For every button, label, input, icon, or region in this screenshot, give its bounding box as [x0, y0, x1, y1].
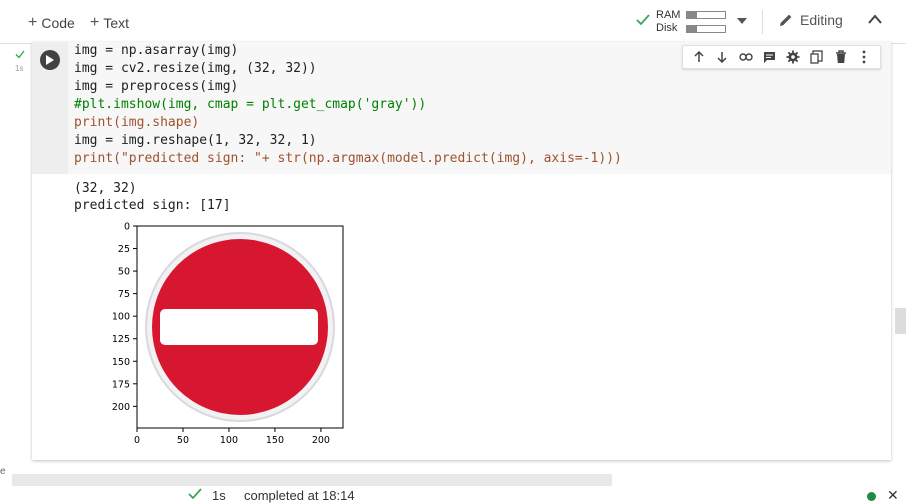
cell-success-check-icon	[15, 50, 25, 59]
delete-icon[interactable]	[832, 48, 850, 66]
y-tick-label: 50	[118, 267, 130, 278]
run-gutter	[32, 42, 68, 174]
cell-output-text: (32, 32) predicted sign: [17]	[74, 180, 231, 214]
code-line: img = np.asarray(img)	[74, 43, 239, 58]
plus-icon: +	[90, 14, 100, 31]
add-text-label: Text	[103, 15, 130, 31]
gutter-glyph: e	[0, 466, 6, 477]
horizontal-scrollbar[interactable]	[12, 474, 612, 486]
exec-duration: 1s	[212, 488, 226, 503]
output-line: predicted sign: [17]	[74, 198, 231, 213]
code-line: print("predicted sign: "+ str(np.argmax(…	[74, 151, 622, 166]
add-code-button[interactable]: + Code	[28, 13, 75, 33]
code-line: #plt.imshow(img, cmap = plt.get_cmap('gr…	[74, 97, 427, 112]
chevron-up-icon[interactable]	[868, 14, 882, 24]
disk-label: Disk	[656, 22, 678, 34]
notebook-toolbar: + Code + Text RAM Disk Editing	[0, 0, 906, 44]
move-up-icon[interactable]	[690, 48, 708, 66]
vertical-scrollbar[interactable]	[895, 308, 906, 334]
add-text-button[interactable]: + Text	[90, 13, 129, 33]
cell-toolbar	[682, 45, 881, 69]
caret-down-icon[interactable]	[737, 18, 747, 24]
y-tick-label: 75	[118, 289, 130, 300]
toolbar-divider	[762, 10, 763, 34]
editing-mode-button[interactable]: Editing	[778, 12, 843, 28]
x-tick-label: 150	[266, 435, 284, 446]
code-editor[interactable]: img = np.asarray(img) img = cv2.resize(im…	[32, 42, 891, 174]
check-icon	[636, 14, 650, 26]
code-cell[interactable]: img = np.asarray(img) img = cv2.resize(im…	[32, 42, 891, 460]
no-entry-sign-image	[138, 226, 342, 428]
code-text: img = np.asarray(img) img = cv2.resize(im…	[74, 42, 622, 168]
y-tick-label: 175	[112, 379, 130, 390]
status-bar: 1s completed at 18:14 ✕	[0, 486, 906, 504]
cell-exec-time: 1s	[15, 64, 24, 73]
y-tick-label: 100	[112, 312, 130, 323]
y-tick-label: 150	[112, 357, 130, 368]
close-icon[interactable]: ✕	[887, 487, 899, 504]
disk-meter	[686, 25, 726, 33]
code-line: print(img.shape)	[74, 115, 200, 130]
plus-icon: +	[28, 14, 38, 31]
comment-icon[interactable]	[761, 48, 779, 66]
run-cell-button[interactable]	[40, 50, 60, 70]
more-vert-icon[interactable]	[855, 48, 873, 66]
ram-label: RAM	[656, 9, 681, 21]
output-line: (32, 32)	[74, 181, 137, 196]
x-tick-label: 100	[220, 435, 238, 446]
code-line: img = preprocess(img)	[74, 79, 239, 94]
add-code-label: Code	[41, 15, 75, 31]
y-tick-label: 0	[124, 222, 130, 233]
ram-meter	[686, 11, 726, 19]
mirror-cell-icon[interactable]	[808, 48, 826, 66]
code-line: img = cv2.resize(img, (32, 32))	[74, 61, 317, 76]
image-plot: 0 50 100 150 200 0 25 50 75 100 125 150 175 200	[112, 222, 344, 446]
gear-icon[interactable]	[784, 48, 802, 66]
x-tick-label: 0	[134, 435, 140, 446]
resource-labels: RAM Disk	[656, 9, 680, 35]
y-tick-label: 25	[118, 244, 130, 255]
code-line: img = img.reshape(1, 32, 32, 1)	[74, 133, 317, 148]
connected-status-dot	[867, 492, 876, 501]
move-down-icon[interactable]	[713, 48, 731, 66]
play-icon	[46, 55, 54, 65]
ram-meter-fill	[687, 12, 697, 18]
y-tick-label: 200	[112, 402, 130, 413]
check-icon	[188, 488, 202, 500]
editing-label: Editing	[800, 12, 843, 28]
x-tick-label: 50	[177, 435, 189, 446]
x-tick-label: 200	[312, 435, 330, 446]
pencil-icon	[780, 14, 792, 26]
disk-meter-fill	[687, 26, 697, 32]
status-message: completed at 18:14	[244, 488, 355, 503]
link-icon[interactable]	[737, 48, 755, 66]
y-tick-label: 125	[112, 334, 130, 345]
